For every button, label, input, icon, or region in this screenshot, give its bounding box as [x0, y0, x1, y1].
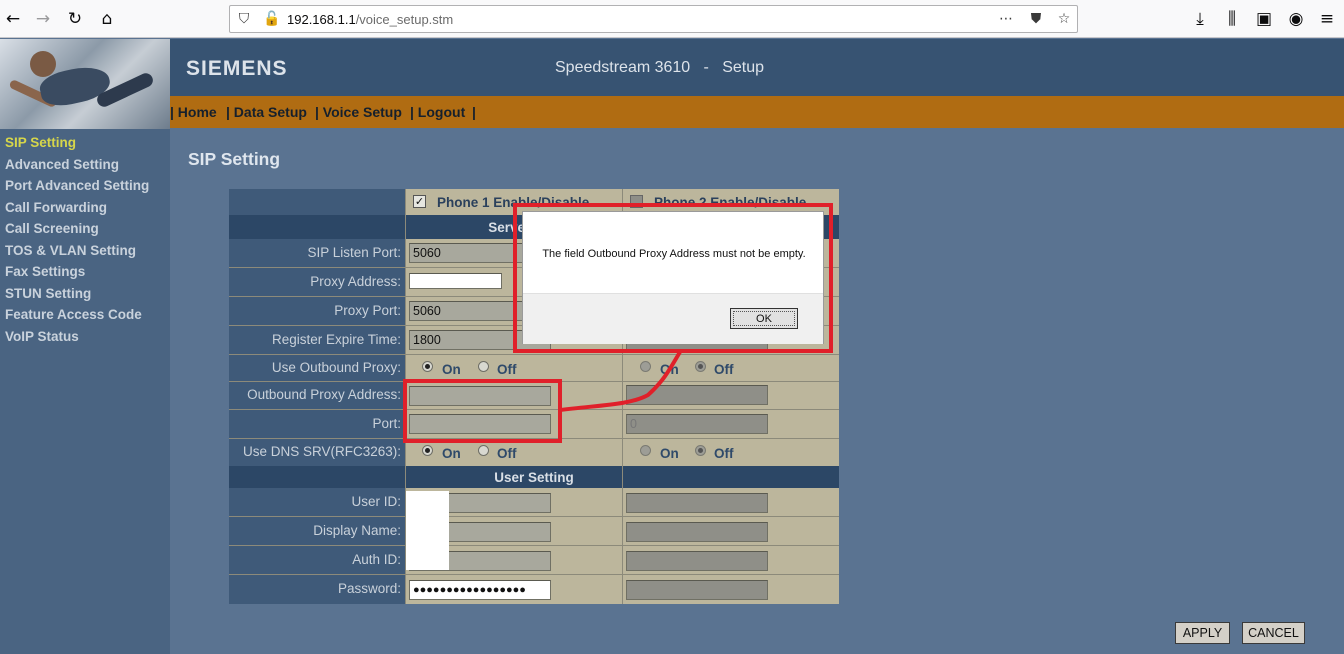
annotation-box-dialog — [513, 203, 833, 353]
annotation-box-outbound-fields — [403, 379, 562, 443]
